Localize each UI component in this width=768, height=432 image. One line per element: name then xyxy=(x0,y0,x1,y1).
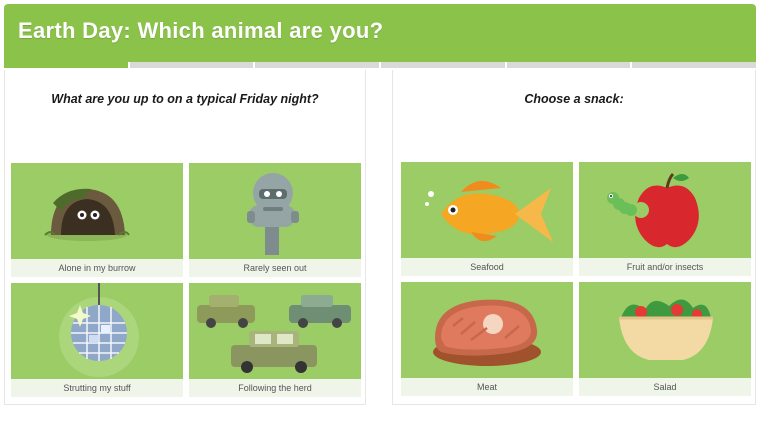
answer-label: Strutting my stuff xyxy=(11,379,183,397)
answer-label: Meat xyxy=(401,378,573,396)
answer-alone-in-my-burrow[interactable]: Alone in my burrow xyxy=(11,163,183,277)
answer-salad[interactable]: Salad xyxy=(579,282,751,396)
progress-segment xyxy=(4,62,128,68)
answer-label: Salad xyxy=(579,378,751,396)
progress-segment xyxy=(381,62,505,68)
answer-label: Seafood xyxy=(401,258,573,276)
burrow-icon xyxy=(44,188,130,241)
question-panel-snack: Choose a snack: Seafood Fruit and/or ins… xyxy=(392,70,756,405)
answer-following-the-herd[interactable]: Following the herd xyxy=(189,283,361,397)
salad-bowl-icon xyxy=(619,299,713,360)
page-title: Earth Day: Which animal are you? xyxy=(18,18,384,43)
answer-fruit-and-or-insects[interactable]: Fruit and/or insects xyxy=(579,162,751,276)
answer-rarely-seen-out[interactable]: Rarely seen out xyxy=(189,163,361,277)
disco-ball-icon xyxy=(59,283,139,377)
goldfish-icon xyxy=(425,180,553,242)
answer-strutting-my-stuff[interactable]: Strutting my stuff xyxy=(11,283,183,397)
progress-bar xyxy=(4,62,757,68)
question-text: What are you up to on a typical Friday n… xyxy=(51,92,319,106)
progress-segment xyxy=(632,62,757,68)
binoculars-viewer-icon xyxy=(247,173,299,255)
quiz-header: Earth Day: Which animal are you? xyxy=(4,4,756,62)
answer-seafood[interactable]: Seafood xyxy=(401,162,573,276)
answer-label: Rarely seen out xyxy=(189,259,361,277)
question-panel-friday-night: What are you up to on a typical Friday n… xyxy=(4,70,366,405)
cars-icon xyxy=(197,295,351,373)
progress-segment xyxy=(255,62,380,68)
apple-worm-icon xyxy=(607,172,699,248)
answer-label: Following the herd xyxy=(189,379,361,397)
question-text: Choose a snack: xyxy=(524,92,624,106)
progress-segment xyxy=(129,62,254,68)
answer-label: Alone in my burrow xyxy=(11,259,183,277)
progress-segment xyxy=(506,62,631,68)
answer-meat[interactable]: Meat xyxy=(401,282,573,396)
answer-label: Fruit and/or insects xyxy=(579,258,751,276)
steak-icon xyxy=(433,299,541,366)
